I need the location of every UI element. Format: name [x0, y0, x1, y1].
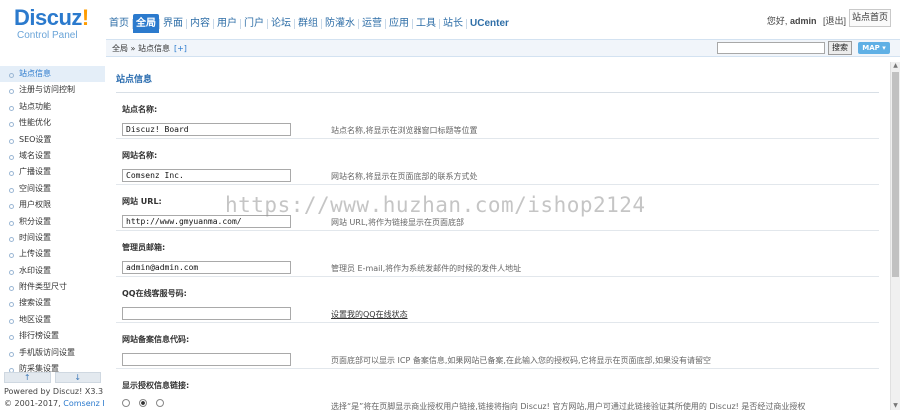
sidebar-item-1[interactable]: 注册与访问控制: [0, 82, 105, 98]
logo-brand: Discuz!: [14, 5, 89, 30]
radio-yes[interactable]: [122, 399, 130, 407]
radio-no[interactable]: [139, 399, 147, 407]
sub-bar: 全局 » 站点信息 [+] 搜索 MAP ▾: [106, 39, 900, 57]
field-input[interactable]: [122, 261, 291, 274]
logo-subtitle: Control Panel: [17, 30, 78, 41]
sidebar-item-6[interactable]: 广播设置: [0, 164, 105, 180]
qq-status-link[interactable]: 设置我的QQ在线状态: [331, 309, 408, 320]
nav-tab-9[interactable]: 运营: [359, 14, 385, 33]
nav-tab-5[interactable]: 门户: [241, 14, 267, 33]
main-nav: 首页 全局 界面 内容 用户 门户 论坛 群组 防灌水 运营 应用 工具 站长 UCenter: [106, 14, 512, 33]
scroll-up-arrow-icon[interactable]: ↑: [4, 372, 51, 383]
sidebar-item-16[interactable]: 排行榜设置: [0, 328, 105, 344]
user-box: 您好, admin [退出]: [767, 14, 846, 28]
sidebar-item-12[interactable]: 水印设置: [0, 263, 105, 279]
sidebar-item-2[interactable]: 站点功能: [0, 99, 105, 115]
field-description: 网站名称,将显示在页面底部的联系方式处: [331, 172, 478, 181]
form-field-row: 网站名称: 网站名称,将显示在页面底部的联系方式处: [116, 139, 879, 185]
scrollbar-thumb[interactable]: [892, 72, 899, 277]
sidebar-item-4[interactable]: SEO设置: [0, 132, 105, 148]
field-input[interactable]: [122, 353, 291, 366]
nav-tab-13[interactable]: UCenter: [467, 14, 512, 33]
field-description: 网站 URL,将作为链接显示在页面底部: [331, 218, 464, 227]
map-button[interactable]: MAP ▾: [858, 42, 890, 54]
field-input[interactable]: [122, 123, 291, 136]
logout-link[interactable]: [退出]: [823, 16, 846, 26]
site-home-button[interactable]: 站点首页: [849, 9, 891, 27]
add-shortcut-link[interactable]: [+]: [174, 44, 187, 53]
form-field-row: 显示授权信息链接: 选择“是”将在页脚显示商业授权用户链接,链接将指向 Discu…: [116, 369, 879, 410]
sidebar-item-11[interactable]: 上传设置: [0, 246, 105, 262]
form-field-row: 站点名称: 站点名称,将显示在浏览器窗口标题等位置: [116, 93, 879, 139]
main-content: 站点信息 站点名称: 站点名称,将显示在浏览器窗口标题等位置网站名称: 网站名称,将…: [105, 62, 890, 410]
field-input[interactable]: [122, 215, 291, 228]
radio-default[interactable]: [156, 399, 164, 407]
field-label: 显示授权信息链接:: [122, 381, 190, 390]
sidebar-item-7[interactable]: 空间设置: [0, 181, 105, 197]
search-button[interactable]: 搜索: [828, 41, 852, 55]
form-field-row: 网站备案信息代码: 页面底部可以显示 ICP 备案信息,如果网站已备案,在此输入您…: [116, 323, 879, 369]
page-scrollbar[interactable]: ▲ ▼: [890, 62, 900, 410]
greeting: 您好,: [766, 16, 788, 26]
field-label: 站点名称:: [122, 105, 158, 114]
field-label: 网站名称:: [122, 151, 158, 160]
sidebar-item-10[interactable]: 时间设置: [0, 230, 105, 246]
nav-tab-6[interactable]: 论坛: [268, 14, 294, 33]
sidebar-item-0[interactable]: 站点信息: [0, 66, 105, 83]
form-field-row: 管理员邮箱: 管理员 E-mail,将作为系统发邮件的时候的发件人地址: [116, 231, 879, 277]
sidebar-item-14[interactable]: 搜索设置: [0, 295, 105, 311]
nav-tab-0[interactable]: 首页: [106, 14, 132, 33]
copyright: © 2001-2017, Comsenz Inc.: [4, 399, 117, 409]
field-description: 管理员 E-mail,将作为系统发邮件的时候的发件人地址: [331, 264, 522, 273]
breadcrumb-text: 全局 » 站点信息: [112, 44, 170, 53]
scrollbar-down-icon[interactable]: ▼: [892, 402, 899, 410]
sidebar-menu: 站点信息 注册与访问控制 站点功能 性能优化 SEO设置 域名设置 广播设置 空间设置 用户权限…: [0, 66, 105, 372]
nav-tab-11[interactable]: 工具: [413, 14, 439, 33]
username: admin: [789, 16, 817, 26]
nav-tab-2[interactable]: 界面: [160, 14, 186, 33]
field-label: 网站备案信息代码:: [122, 335, 190, 344]
settings-form: 站点名称: 站点名称,将显示在浏览器窗口标题等位置网站名称: 网站名称,将显示在页面…: [116, 92, 879, 410]
copyright-years: © 2001-2017,: [4, 399, 61, 408]
sidebar-item-17[interactable]: 手机版访问设置: [0, 345, 105, 361]
form-field-row: QQ在线客服号码: 设置我的QQ在线状态: [116, 277, 879, 323]
field-input[interactable]: [122, 307, 291, 320]
radio-group: [122, 399, 164, 407]
sidebar-item-8[interactable]: 用户权限: [0, 197, 105, 213]
powered-by: Powered by Discuz! X3.3: [4, 387, 104, 396]
nav-tab-4[interactable]: 用户: [214, 14, 240, 33]
scrollbar-up-icon[interactable]: ▲: [892, 62, 899, 70]
field-description: 页面底部可以显示 ICP 备案信息,如果网站已备案,在此输入您的授权码,它将显示…: [331, 356, 712, 365]
form-field-row: 网站 URL: 网站 URL,将作为链接显示在页面底部: [116, 185, 879, 231]
breadcrumb: 全局 » 站点信息 [+]: [112, 43, 187, 54]
field-label: QQ在线客服号码:: [122, 289, 187, 298]
sidebar-item-5[interactable]: 域名设置: [0, 148, 105, 164]
logo[interactable]: Discuz! Control Panel: [14, 6, 104, 46]
sidebar-item-18[interactable]: 防采集设置: [0, 361, 105, 372]
section-title: 站点信息: [116, 75, 153, 85]
nav-tab-1[interactable]: 全局: [133, 14, 159, 33]
field-description: 站点名称,将显示在浏览器窗口标题等位置: [331, 126, 478, 135]
nav-tab-3[interactable]: 内容: [187, 14, 213, 33]
sidebar-item-3[interactable]: 性能优化: [0, 115, 105, 131]
sidebar-item-15[interactable]: 地区设置: [0, 312, 105, 328]
search-input[interactable]: [717, 42, 825, 54]
nav-tab-12[interactable]: 站长: [440, 14, 466, 33]
sidebar-item-9[interactable]: 积分设置: [0, 214, 105, 230]
nav-tab-10[interactable]: 应用: [386, 14, 412, 33]
nav-tab-7[interactable]: 群组: [295, 14, 321, 33]
sidebar-scroll-controls: ↑ ↓: [0, 372, 105, 384]
scroll-down-arrow-icon[interactable]: ↓: [54, 372, 101, 383]
sidebar-item-13[interactable]: 附件类型尺寸: [0, 279, 105, 295]
header: Discuz! Control Panel 首页 全局 界面 内容 用户 门户 论坛 群组 防灌…: [0, 0, 900, 62]
field-input[interactable]: [122, 169, 291, 182]
field-description: 选择“是”将在页脚显示商业授权用户链接,链接将指向 Discuz! 官方网站,用…: [331, 402, 806, 410]
sidebar: 站点信息 注册与访问控制 站点功能 性能优化 SEO设置 域名设置 广播设置 空间设置 用户权限…: [0, 62, 117, 410]
field-label: 网站 URL:: [122, 197, 162, 206]
nav-tab-8[interactable]: 防灌水: [322, 14, 358, 33]
field-label: 管理员邮箱:: [122, 243, 166, 252]
